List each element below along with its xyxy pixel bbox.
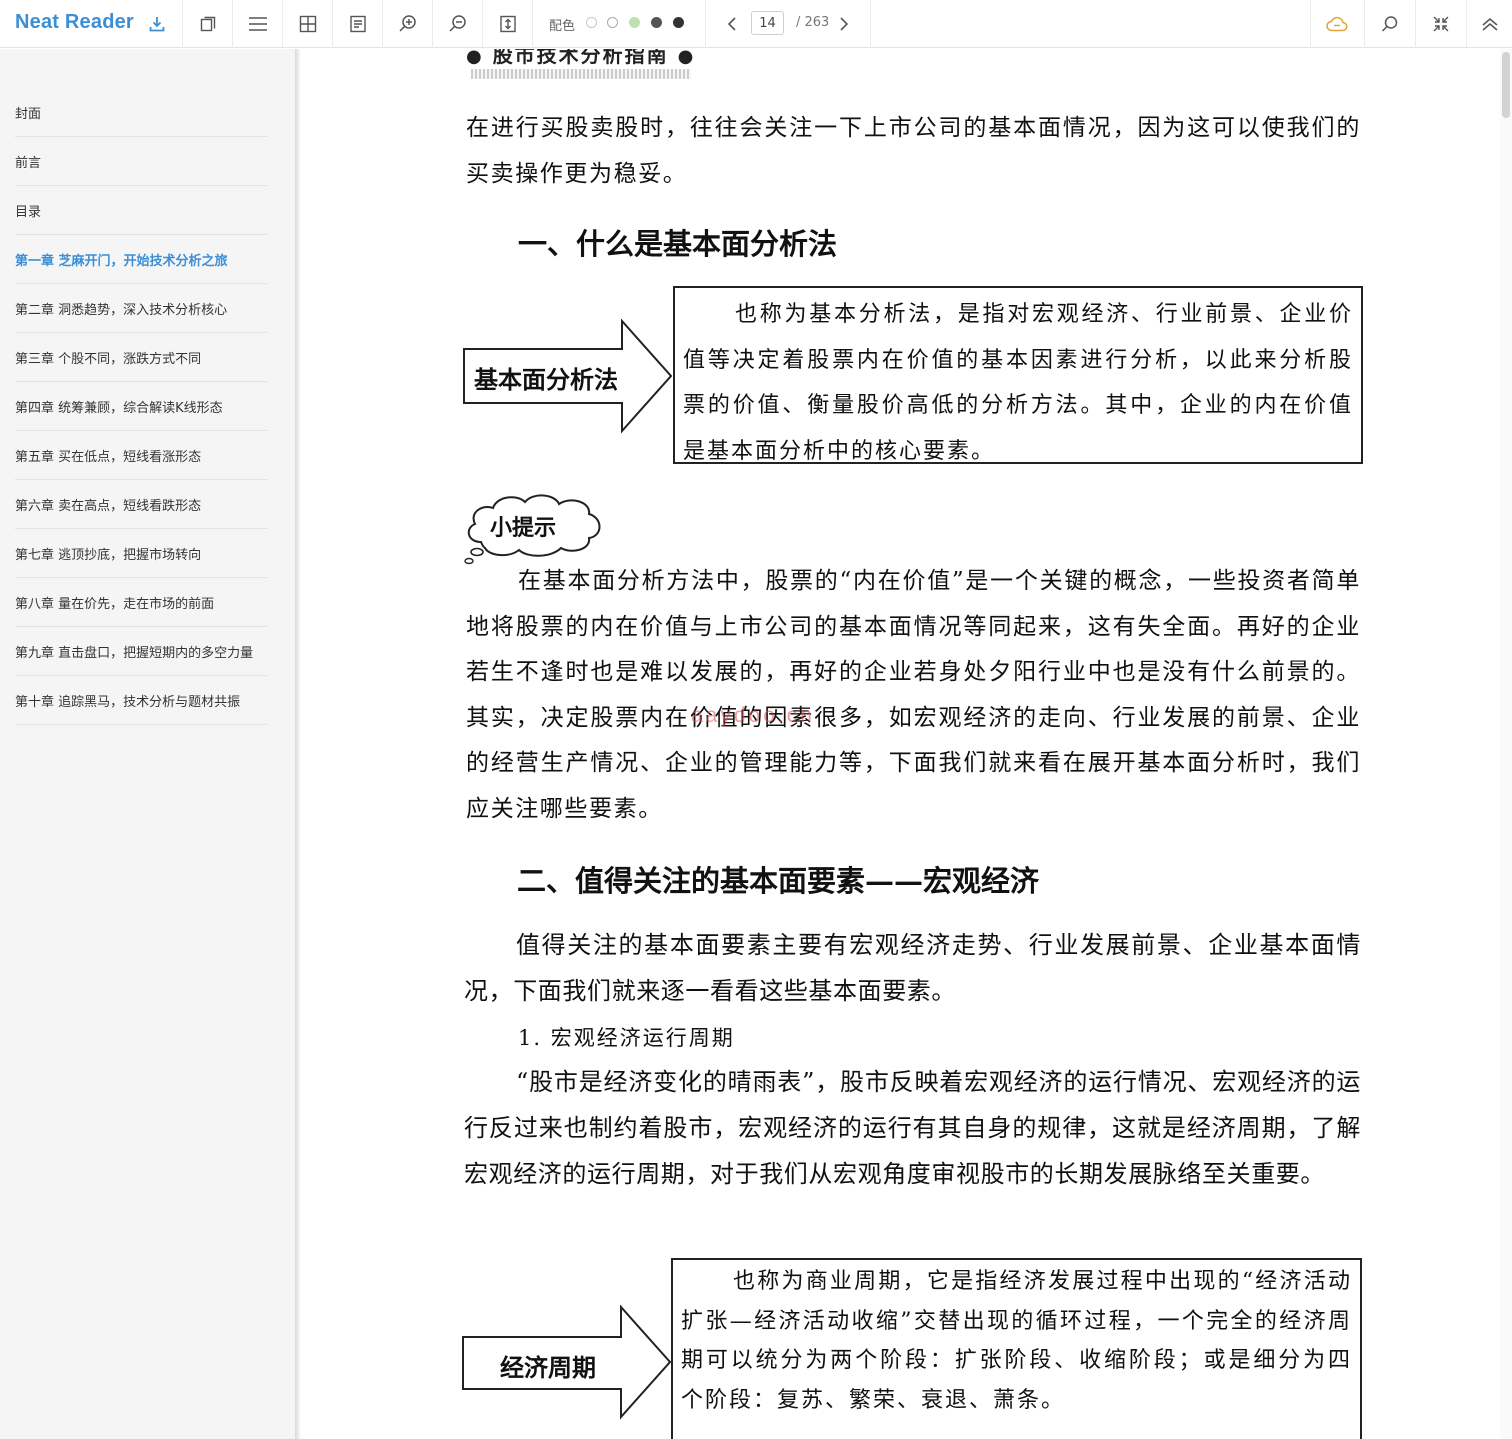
definition-box-2: 也称为商业周期，它是指经济发展过程中出现的“经济活动扩张—经济活动收缩”交替出现… — [671, 1258, 1362, 1439]
toc-item[interactable]: 第六章 卖在高点，短线看跌形态 — [15, 480, 267, 529]
toc-item[interactable]: 第一章 芝麻开门，开始技术分析之旅 — [15, 235, 267, 284]
section2-title: 二、值得关注的基本面要素——宏观经济 — [517, 864, 1040, 898]
palette-green-dot[interactable] — [629, 17, 640, 28]
scroll-top-icon[interactable] — [1467, 0, 1512, 48]
download-icon[interactable] — [142, 0, 172, 48]
scrollbar-thumb[interactable] — [1502, 52, 1510, 118]
arrow2-label: 经济周期 — [500, 1354, 596, 1382]
toc-item-label: 前言 — [15, 155, 42, 171]
toc-item-label: 第四章 统筹兼顾，综合解读K线形态 — [15, 400, 223, 416]
toc-item-label: 第十章 追踪黑马，技术分析与题材共振 — [15, 694, 241, 710]
palette-white-dot[interactable] — [586, 17, 597, 28]
definition-box-1: 也称为基本分析法，是指对宏观经济、行业前景、企业价值等决定着股票内在价值的基本因… — [673, 286, 1363, 464]
copy-icon[interactable] — [183, 0, 232, 48]
collapse-icon[interactable] — [1416, 0, 1466, 48]
toc-item[interactable]: 目录 — [15, 186, 267, 235]
subsection1-title: 1. 宏观经济运行周期 — [518, 1026, 735, 1050]
palette-label: 配色 — [549, 19, 576, 34]
subsection1-paragraph: “股市是经济变化的晴雨表”，股市反映着宏观经济的运行情况、宏观经济的运行反过来也… — [464, 1068, 1361, 1188]
app-logo: Neat Reader — [15, 11, 134, 33]
toc-item-label: 第五章 买在低点，短线看涨形态 — [15, 449, 202, 465]
toc-item[interactable]: 第二章 洞悉趋势，深入技术分析核心 — [15, 284, 267, 333]
page-number-input[interactable] — [751, 11, 784, 35]
fit-height-icon[interactable] — [483, 0, 532, 48]
toc-item-label: 封面 — [15, 106, 42, 122]
toc-item-label: 第八章 量在价先，走在市场的前面 — [15, 596, 215, 612]
toc-item-label: 第六章 卖在高点，短线看跌形态 — [15, 498, 202, 514]
arrow1-label: 基本面分析法 — [474, 366, 618, 394]
toc-item-label: 第九章 直击盘口，把握短期内的多空力量 — [15, 645, 254, 661]
toc-item[interactable]: 第四章 统筹兼顾，综合解读K线形态 — [15, 382, 267, 431]
toc-sidebar: 封面前言目录第一章 芝麻开门，开始技术分析之旅 第二章 洞悉趋势，深入技术分析核心… — [0, 49, 296, 1439]
notes-icon[interactable] — [333, 0, 382, 48]
watermark: aaydoo.cn — [691, 704, 815, 727]
search-icon[interactable] — [1365, 0, 1415, 48]
toc-item[interactable]: 第八章 量在价先，走在市场的前面 — [15, 578, 267, 627]
toc-item-label: 目录 — [15, 204, 42, 220]
scan-noise — [471, 69, 691, 79]
toc-item[interactable]: 第三章 个股不同，涨跌方式不同 — [15, 333, 267, 382]
toc-item[interactable]: 第五章 买在低点，短线看涨形态 — [15, 431, 267, 480]
running-header: ● 股市技术分析指南 ● — [466, 49, 696, 67]
palette-dark-dot[interactable] — [673, 17, 684, 28]
palette-gray-dot[interactable] — [651, 17, 662, 28]
toc-item-label: 第二章 洞悉趋势，深入技术分析核心 — [15, 302, 228, 318]
toolbar: Neat Reader 配色 / 263 — [0, 0, 1512, 48]
toc-item[interactable]: 第七章 逃顶抄底，把握市场转向 — [15, 529, 267, 578]
zoom-in-icon[interactable] — [383, 0, 432, 48]
toc-item[interactable]: 前言 — [15, 137, 267, 186]
cloud-sync-icon[interactable] — [1311, 0, 1363, 48]
next-page-icon[interactable] — [832, 0, 856, 48]
prev-page-icon[interactable] — [720, 0, 744, 48]
toc-item[interactable]: 封面 — [15, 88, 267, 137]
section2-intro: 值得关注的基本面要素主要有宏观经济走势、行业发展前景、企业基本面情况，下面我们就… — [464, 931, 1361, 1005]
toc-item-label: 第三章 个股不同，涨跌方式不同 — [15, 351, 202, 367]
toc-item-label: 第七章 逃顶抄底，把握市场转向 — [15, 547, 202, 563]
scrollbar-track[interactable] — [1500, 49, 1512, 1439]
intro-paragraph: 在进行买股卖股时，往往会关注一下上市公司的基本面情况，因为这可以使我们的买卖操作… — [466, 115, 1361, 187]
tip-label: 小提示 — [490, 516, 557, 541]
toc-item[interactable]: 第九章 直击盘口，把握短期内的多空力量 — [15, 627, 267, 676]
toc-list: 封面前言目录第一章 芝麻开门，开始技术分析之旅 第二章 洞悉趋势，深入技术分析核心… — [15, 88, 267, 725]
toc-item-label: 第一章 芝麻开门，开始技术分析之旅 — [15, 253, 228, 269]
zoom-out-icon[interactable] — [433, 0, 482, 48]
palette-light-dot[interactable] — [607, 17, 618, 28]
section1-title: 一、什么是基本面分析法 — [518, 227, 838, 261]
book-page: ● 股市技术分析指南 ● 在进行买股卖股时，往往会关注一下上市公司的基本面情况，… — [301, 49, 1498, 1439]
tip-paragraph: 在基本面分析方法中，股票的“内在价值”是一个关键的概念，一些投资者简单地将股票的… — [466, 568, 1361, 822]
menu-icon[interactable] — [233, 0, 282, 48]
page-total: / 263 — [796, 15, 830, 30]
toc-item[interactable]: 第十章 追踪黑马，技术分析与题材共振 — [15, 676, 267, 725]
grid-icon[interactable] — [283, 0, 332, 48]
